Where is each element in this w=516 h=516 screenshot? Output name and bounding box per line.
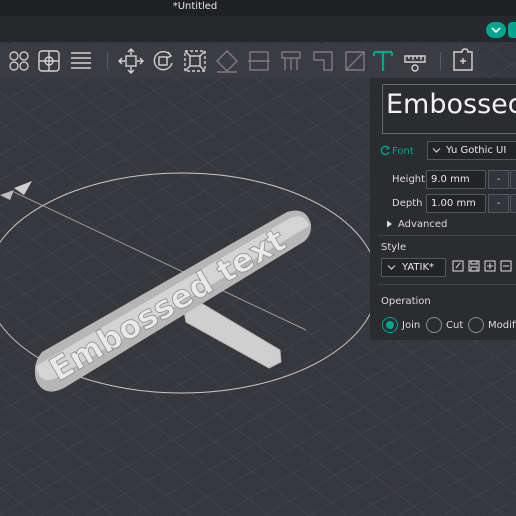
lay-on-face-icon[interactable] xyxy=(214,48,240,74)
reset-icon[interactable] xyxy=(380,145,391,156)
join-label[interactable]: Join xyxy=(402,320,420,331)
operation-label: Operation xyxy=(381,296,431,307)
layers-icon[interactable] xyxy=(68,48,94,74)
title-bar: *Untitled xyxy=(0,0,516,16)
toolbar-divider xyxy=(107,52,108,70)
depth-increment-button[interactable] xyxy=(510,194,516,213)
arrange-icon[interactable] xyxy=(6,48,32,74)
remove-style-icon[interactable] xyxy=(500,260,512,272)
toolbar-divider xyxy=(440,52,441,70)
depth-decrement-button[interactable]: - xyxy=(488,194,509,213)
chevron-down-icon xyxy=(491,27,501,34)
depth-label: Depth xyxy=(392,198,423,209)
style-label: Style xyxy=(381,242,407,253)
emboss-text-input[interactable]: Embossed xyxy=(382,84,516,134)
cut-label[interactable]: Cut xyxy=(446,320,463,331)
measure-icon[interactable] xyxy=(402,48,428,74)
chevron-down-icon xyxy=(387,265,396,270)
height-label: Height xyxy=(392,174,426,185)
height-decrement-button[interactable]: - xyxy=(488,170,509,189)
section-divider xyxy=(378,284,516,285)
height-increment-button[interactable] xyxy=(510,170,516,189)
scale-icon[interactable] xyxy=(182,48,208,74)
color-paint-icon[interactable] xyxy=(342,48,368,74)
assembly-icon[interactable] xyxy=(450,48,476,74)
top-bar xyxy=(0,16,516,42)
orient-icon[interactable] xyxy=(36,48,62,74)
save-style-icon[interactable] xyxy=(468,260,480,272)
emboss-text-value: Embossed xyxy=(386,89,516,120)
emboss-text-icon[interactable] xyxy=(370,48,396,74)
cut-radio[interactable] xyxy=(426,317,442,333)
modifier-radio[interactable] xyxy=(468,317,484,333)
window-title: *Untitled xyxy=(172,1,218,12)
rename-style-icon[interactable] xyxy=(452,260,464,272)
seam-paint-icon[interactable] xyxy=(310,48,336,74)
font-select-value: Yu Gothic UI xyxy=(446,145,507,156)
advanced-toggle[interactable]: Advanced xyxy=(398,219,447,230)
cut-icon[interactable] xyxy=(246,48,272,74)
gizmo-toolbar xyxy=(0,44,480,78)
chevron-down-icon xyxy=(432,148,441,153)
collapse-sidebar-button[interactable] xyxy=(486,22,516,38)
add-style-icon[interactable] xyxy=(484,260,496,272)
rotate-icon[interactable] xyxy=(150,48,176,74)
style-select-value: YATIK* xyxy=(402,262,435,273)
expand-triangle-icon[interactable] xyxy=(386,220,393,228)
support-paint-icon[interactable] xyxy=(278,48,304,74)
modifier-label[interactable]: Modifi xyxy=(488,320,516,331)
section-divider xyxy=(378,235,516,236)
join-radio[interactable] xyxy=(382,317,398,333)
depth-input[interactable]: 1.00 mm xyxy=(426,194,486,213)
move-icon[interactable] xyxy=(118,48,144,74)
font-label: Font xyxy=(392,146,414,157)
height-input[interactable]: 9.0 mm xyxy=(426,170,486,189)
